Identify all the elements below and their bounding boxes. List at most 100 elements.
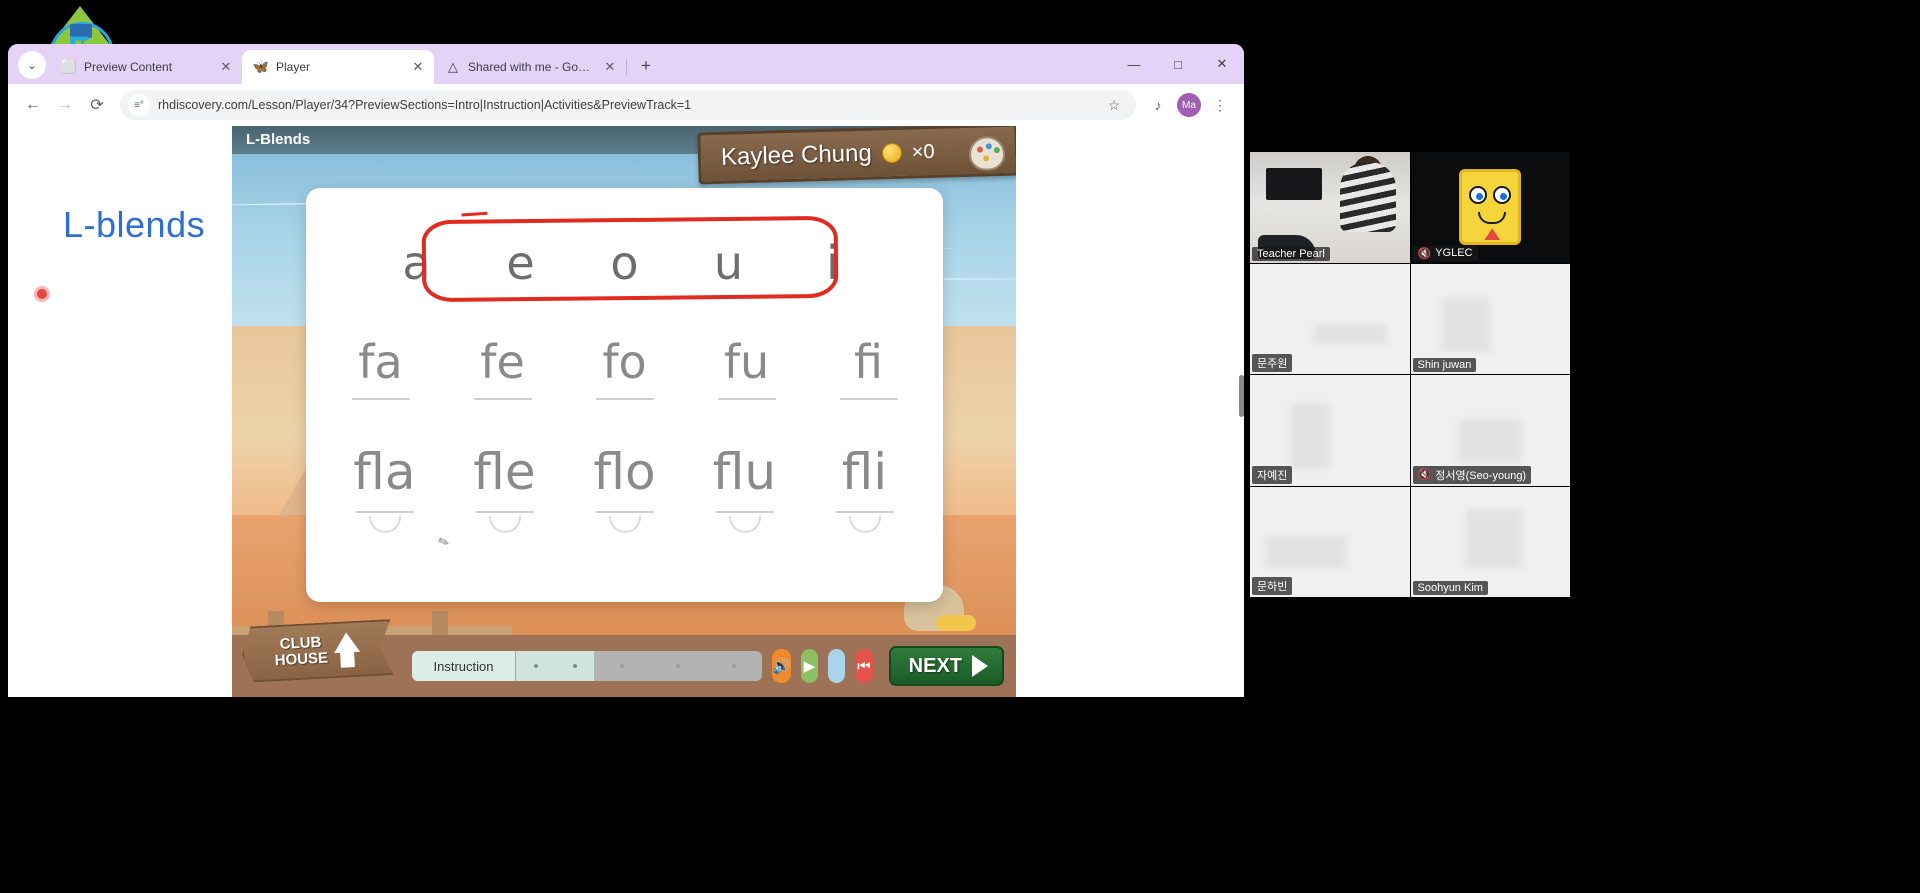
writing-line	[835, 510, 894, 533]
forward-button[interactable]: →	[50, 90, 80, 120]
writing-line	[595, 398, 654, 401]
window-controls: — □ ✕	[1112, 44, 1244, 84]
participant-name: YGLEC	[1435, 247, 1473, 259]
student-name-plaque: Kaylee Chung ×0	[697, 126, 1016, 185]
video-tile-teacher-pearl[interactable]: Teacher Pearl	[1250, 152, 1410, 263]
blend-flu[interactable]: flu	[695, 446, 795, 533]
extensions-icon[interactable]: ♪	[1144, 91, 1172, 119]
gold-pile-icon	[936, 615, 976, 631]
participant-name: 문하빈	[1257, 581, 1288, 593]
coin-icon	[881, 142, 903, 164]
trace-loop	[488, 514, 521, 533]
back-button[interactable]: ←	[18, 90, 48, 120]
address-bar[interactable]: ≡° rhdiscovery.com/Lesson/Player/34?Prev…	[120, 90, 1136, 120]
syllable-text: fe	[480, 335, 525, 389]
video-tile-jayejin[interactable]: 자예진	[1250, 375, 1410, 486]
reload-button[interactable]: ⟳	[82, 90, 112, 120]
participant-nametag: 문하빈	[1252, 577, 1293, 595]
participant-name: Shin juwan	[1417, 359, 1472, 371]
coin-count: ×0	[911, 140, 935, 163]
blend-fla[interactable]: fla	[335, 446, 435, 533]
google-drive-icon: △	[448, 59, 458, 74]
blend-flo[interactable]: flo	[575, 443, 675, 533]
tab-separator	[626, 59, 627, 75]
tab-close-icon[interactable]: ✕	[410, 59, 426, 75]
mute-icon: 🔇	[1417, 469, 1432, 481]
tab-close-icon[interactable]: ✕	[602, 59, 618, 75]
new-tab-button[interactable]: +	[632, 52, 660, 80]
fl-blend-row: fla fle flo flu fli	[306, 443, 943, 533]
bookmark-star-icon[interactable]: ☆	[1100, 91, 1128, 119]
tab-player[interactable]: 🦋 Player ✕	[242, 50, 434, 84]
profile-avatar[interactable]: Ma	[1177, 93, 1201, 117]
syllable-fi[interactable]: fi	[826, 335, 912, 401]
video-tile-munjuwon[interactable]: 문주원	[1250, 263, 1410, 374]
syllable-fu[interactable]: fu	[704, 338, 790, 401]
play-button[interactable]: ▶	[800, 649, 819, 683]
progress-completed-segment	[516, 651, 594, 681]
lesson-stage: L-Blends Kaylee Chung ×0 a e o u i fa fe…	[232, 126, 1016, 697]
tab-google-drive[interactable]: △ Shared with me - Google Drive ✕	[434, 50, 627, 84]
video-participant-grid: Teacher Pearl 🔇 YGLEC 문주원 Shin juwan 자예진…	[1250, 152, 1570, 598]
browser-toolbar: ← → ⟳ ≡° rhdiscovery.com/Lesson/Player/3…	[8, 84, 1244, 126]
whiteboard-panel: L-blends	[8, 126, 232, 697]
tab-label: Player	[276, 60, 311, 74]
participant-name: 문주원	[1257, 358, 1288, 370]
blank-button[interactable]	[828, 649, 846, 683]
f-syllable-row: fa fe fo fu fi	[306, 335, 943, 401]
minimize-button[interactable]: —	[1112, 47, 1156, 81]
syllable-fo[interactable]: fo	[582, 335, 668, 401]
tab-search-button[interactable]: ⌄	[18, 51, 46, 79]
browser-menu-icon[interactable]: ⋮	[1206, 91, 1234, 119]
participant-name: 자예진	[1257, 469, 1288, 482]
syllable-fa[interactable]: fa	[338, 335, 424, 401]
sound-button[interactable]: 🔊	[772, 649, 791, 683]
blend-text: fle	[473, 443, 536, 501]
page-viewport: L-blends L-Blends Kaylee Chung ×0 a e o …	[8, 126, 1244, 697]
up-arrow-icon	[333, 631, 361, 667]
syllable-text: fo	[602, 335, 647, 389]
video-tile-munhabin[interactable]: 문하빈	[1250, 486, 1410, 597]
tab-preview-content[interactable]: ⬜ Preview Content ✕	[50, 50, 242, 84]
progress-remaining-segment	[594, 651, 762, 681]
close-window-button[interactable]: ✕	[1200, 47, 1244, 81]
participant-nametag: 🔇 YGLEC	[1412, 245, 1478, 261]
worksheet-card: a e o u i fa fe fo fu fi fla fle flo flu…	[306, 188, 943, 602]
site-settings-icon[interactable]: ≡°	[128, 94, 150, 116]
writing-line	[595, 510, 654, 533]
spongebob-icon	[1459, 169, 1522, 246]
palette-icon[interactable]	[968, 135, 1006, 171]
maximize-button[interactable]: □	[1156, 47, 1200, 81]
lesson-progress-bar[interactable]: Instruction	[412, 651, 762, 681]
panel-resize-handle[interactable]	[1239, 375, 1244, 417]
next-button[interactable]: NEXT	[888, 646, 1005, 686]
whiteboard-title: L-blends	[63, 204, 206, 245]
butterfly-icon: 🦋	[252, 59, 270, 74]
participant-nametag: Soohyun Kim	[1412, 581, 1488, 595]
tv-object	[1266, 168, 1322, 200]
video-tile-shin-juwan[interactable]: Shin juwan	[1410, 263, 1570, 374]
syllable-text: fa	[358, 335, 403, 389]
syllable-text: fi	[854, 335, 883, 389]
next-label: NEXT	[908, 654, 963, 677]
syllable-fe[interactable]: fe	[460, 335, 546, 401]
blend-fle[interactable]: fle	[455, 443, 555, 533]
blend-text: flo	[593, 443, 656, 501]
writing-line	[355, 510, 414, 533]
participant-nametag: Teacher Pearl	[1252, 246, 1330, 261]
trace-loop	[848, 514, 881, 533]
rewind-button[interactable]: ⏮	[855, 649, 873, 683]
participant-name: 정서영(Seo-young)	[1435, 469, 1527, 482]
tab-close-icon[interactable]: ✕	[218, 59, 234, 75]
video-tile-yglec[interactable]: 🔇 YGLEC	[1410, 152, 1570, 263]
blend-text: fli	[841, 443, 888, 501]
club-house-button[interactable]: CLUB HOUSE	[241, 619, 394, 683]
writing-line	[717, 398, 776, 401]
video-tile-seoyoung[interactable]: 🔇 정서영(Seo-young)	[1410, 375, 1570, 486]
blend-fli[interactable]: fli	[815, 443, 915, 533]
participant-name: Teacher Pearl	[1257, 247, 1325, 260]
url-text: rhdiscovery.com/Lesson/Player/34?Preview…	[158, 98, 692, 112]
browser-window: ⌄ ⬜ Preview Content ✕ 🦋 Player ✕ △ Share…	[8, 44, 1244, 697]
writing-line	[475, 510, 534, 533]
video-tile-soohyun-kim[interactable]: Soohyun Kim	[1410, 486, 1570, 597]
